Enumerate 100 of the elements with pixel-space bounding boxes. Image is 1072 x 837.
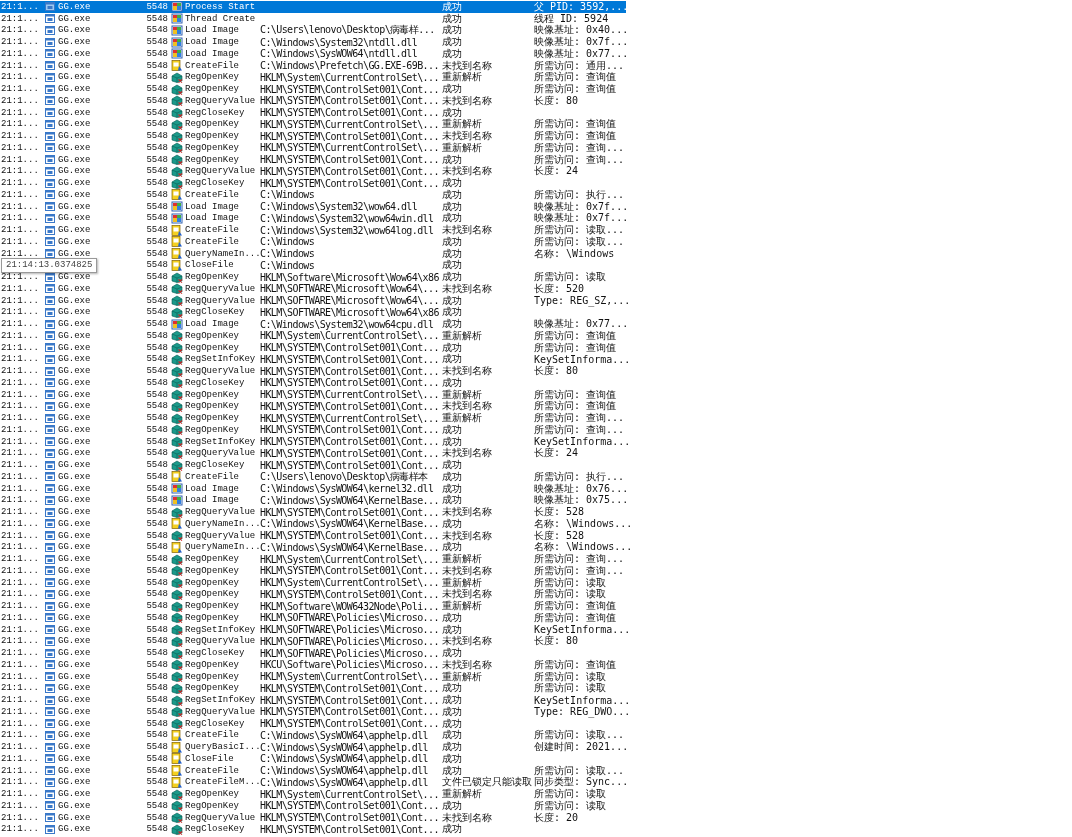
event-row[interactable]: 21:1... GG.exe 5548 RegOpenKey HKLM\System\CurrentControlSet\... 重新解析 所需访问: 查询值: [0, 71, 626, 84]
result-cell-text: 成功: [442, 682, 462, 694]
event-row[interactable]: 21:1... GG.exe 5548 RegOpenKey HKLM\SYSTEM\ControlSet001\Cont... 成功 所需访问: 读取: [0, 800, 626, 812]
event-row[interactable]: 21:1... GG.exe 5548 RegOpenKey HKLM\SYSTEM\CurrentControlSet\... 重新解析 所需访问: 查询值: [0, 388, 626, 401]
pid-cell: 5548: [146, 330, 168, 341]
event-row[interactable]: 21:1... GG.exe 5548 RegOpenKey HKLM\SYSTEM\ControlSet001\Cont... 成功 所需访问: 读取: [0, 682, 626, 695]
event-row[interactable]: 21:1... GG.exe 5548 CreateFile C:\Windows\Prefetch\GG.EXE-69B... 未找到名称 所需访问: 通用...: [0, 59, 626, 72]
event-row[interactable]: 21:1... GG.exe 5548 RegQueryValue HKLM\SOFTWARE\Microsoft\Wow64\... 未找到名称 长度: 520: [0, 283, 626, 295]
event-row[interactable]: 21:1... GG.exe 5548 RegOpenKey HKLM\SYSTEM\ControlSet001\Cont... 未找到名称 所需访问: 查询...: [0, 565, 626, 577]
event-row[interactable]: 21:1... GG.exe 5548 RegOpenKey HKLM\Software\Microsoft\Wow64\x86 成功 所需访问: 读取: [0, 271, 626, 283]
registry-cube-icon: [171, 694, 183, 706]
time-cell: 21:1...: [1, 659, 39, 670]
time-cell: 21:1...: [1, 84, 39, 95]
time-cell: 21:1...: [1, 107, 39, 118]
process-name-cell: GG.exe: [58, 225, 91, 236]
event-row[interactable]: 21:1... GG.exe 5548 RegOpenKey HKCU\Software\Policies\Microso... 未找到名称 所需访问: 查询值: [0, 659, 626, 671]
event-row[interactable]: 21:1... GG.exe 5548 RegCloseKey HKLM\SOFTWARE\Policies\Microso... 成功: [0, 647, 626, 659]
event-row[interactable]: 21:1... GG.exe 5548 RegOpenKey HKLM\SYSTEM\ControlSet001\Cont... 未找到名称 所需访问: 查询值: [0, 400, 626, 413]
operation-cell: RegQueryValue: [185, 366, 256, 377]
event-row[interactable]: 21:1... GG.exe 5548 RegOpenKey HKLM\SYSTEM\ControlSet001\Cont... 成功 所需访问: 查询值: [0, 83, 626, 95]
event-row[interactable]: 21:1... GG.exe 5548 RegCloseKey HKLM\SYSTEM\ControlSet001\Cont... 成功: [0, 823, 626, 836]
event-row[interactable]: 21:1... GG.exe 5548 Load Image C:\Windows\SysWOW64\kernel32.dll 成功 映像基址: 0x76...: [0, 482, 626, 495]
event-row[interactable]: 21:1... GG.exe 5548 CreateFile C:\Windows 成功 所需访问: 读取...: [0, 236, 626, 248]
window-icon: [45, 131, 55, 141]
event-row[interactable]: 21:1... GG.exe 5548 RegOpenKey HKLM\SYSTEM\CurrentControlSet\... 重新解析 所需访问: 查询值: [0, 118, 626, 131]
window-icon: [45, 484, 55, 494]
event-row[interactable]: 21:1... GG.exe 5548 RegOpenKey HKLM\SYSTEM\CurrentControlSet\... 重新解析 所需访问: 查询...: [0, 412, 626, 424]
operation-cell: CreateFile: [185, 471, 239, 482]
event-row[interactable]: 21:1... GG.exe 5548 RegOpenKey HKLM\System\CurrentControlSet\... 重新解析 所需访问: 读取: [0, 670, 626, 683]
event-row[interactable]: 21:1... GG.exe 5548 RegQueryValue HKLM\SOFTWARE\Policies\Microso... 未找到名称 长度: 80: [0, 635, 626, 648]
event-row[interactable]: 21:1... GG.exe 5548 CreateFile C:\Windows\System32\wow64log.dll 未找到名称 所需访问: 读取...: [0, 224, 626, 236]
event-row[interactable]: 21:1... GG.exe 5548 RegCloseKey HKLM\SYSTEM\ControlSet001\Cont... 成功: [0, 177, 626, 189]
event-row[interactable]: 21:1... GG.exe 5548 CreateFile C:\Windows 成功 所需访问: 执行...: [0, 189, 626, 201]
event-row[interactable]: 21:1... GG.exe 5548 Load Image C:\Windows\System32\ntdll.dll 成功 映像基址: 0x7f...: [0, 36, 626, 48]
registry-cube-icon: [171, 459, 183, 471]
event-row[interactable]: 21:1... GG.exe 5548 RegOpenKey HKLM\SYSTEM\ControlSet001\Cont... 未找到名称 所需访问: 读取: [0, 588, 626, 601]
event-row[interactable]: 21:1... GG.exe 5548 Load Image C:\Windows\SysWOW64\ntdll.dll 成功 映像基址: 0x77...: [0, 48, 626, 60]
operation-cell: RegOpenKey: [185, 577, 239, 588]
time-cell: 21:1...: [1, 648, 39, 659]
path-cell: C:\Windows\SysWOW64\apphelp.dll: [260, 765, 429, 777]
pid-cell: 5548: [146, 530, 168, 541]
event-row[interactable]: 21:1... GG.exe 5548 RegOpenKey HKLM\System\CurrentControlSet\... 重新解析 所需访问: 查询值: [0, 330, 626, 342]
event-row[interactable]: 21:1... GG.exe 5548 Load Image C:\Windows\SysWOW64\KernelBase... 成功 映像基址: 0x75...: [0, 494, 626, 507]
process-name-cell: GG.exe: [58, 765, 91, 776]
event-row[interactable]: 21:14:13.0374825 5548 CloseFile C:\Windows 成功: [0, 259, 626, 272]
event-row[interactable]: 21:1... GG.exe 5548 RegQueryValue HKLM\SYSTEM\ControlSet001\Cont... 未找到名称 长度: 80: [0, 95, 626, 107]
operation-cell: RegOpenKey: [185, 131, 239, 142]
event-row[interactable]: 21:1... GG.exe 5548 RegCloseKey HKLM\SYSTEM\ControlSet001\Cont... 成功: [0, 106, 626, 119]
event-row[interactable]: 21:1... GG.exe 5548 RegQueryValue HKLM\SYSTEM\ControlSet001\Cont... 未找到名称 长度: 528: [0, 529, 626, 542]
operation-cell: RegOpenKey: [185, 342, 239, 353]
detail-cell-text: 线程 ID: 5924: [534, 12, 609, 24]
process-name-cell: GG.exe: [58, 577, 91, 588]
event-row[interactable]: 21:1... GG.exe 5548 RegCloseKey HKLM\SYSTEM\ControlSet001\Cont... 成功: [0, 459, 626, 471]
detail-cell-text: 映像基址: 0x7f...: [534, 35, 629, 48]
event-row[interactable]: 21:1... GG.exe 5548 RegQueryValue HKLM\SYSTEM\ControlSet001\Cont... 未找到名称 长度: 24: [0, 447, 626, 460]
result-cell-text: 成功: [442, 82, 462, 96]
event-row[interactable]: 21:1... GG.exe 5548 RegQueryValue HKLM\SYSTEM\ControlSet001\Cont... 未找到名称 长度: 528: [0, 506, 626, 518]
event-row[interactable]: 21:1... GG.exe 5548 RegCloseKey HKLM\SYSTEM\ControlSet001\Cont... 成功: [0, 377, 626, 389]
process-name-cell: GG.exe: [58, 377, 91, 388]
event-row[interactable]: 21:1... GG.exe 5548 RegOpenKey HKLM\SYSTEM\ControlSet001\Cont... 成功 所需访问: 查询...: [0, 424, 626, 436]
event-row[interactable]: 21:1... GG.exe 5548 RegOpenKey HKLM\Software\WOW6432Node\Poli... 重新解析 所需访问: 查询值: [0, 600, 626, 612]
window-icon: [45, 730, 55, 740]
result-cell-text: 成功: [442, 23, 462, 36]
window-icon: [45, 672, 55, 682]
time-cell: 21:1...: [1, 319, 39, 330]
event-row[interactable]: 21:1... GG.exe 5548 RegOpenKey HKLM\System\CurrentControlSet\... 重新解析 所需访问: 查询...: [0, 553, 626, 565]
path-cell: HKLM\SYSTEM\ControlSet001\Cont...: [260, 365, 439, 377]
event-row[interactable]: 21:1... GG.exe 5548 CreateFile C:\Windows\SysWOW64\apphelp.dll 成功 所需访问: 读取...: [0, 729, 626, 742]
result-cell-text: 成功: [442, 469, 462, 483]
event-row[interactable]: 21:1... GG.exe 5548 RegOpenKey HKLM\SYSTEM\CurrentControlSet\... 重新解析 所需访问: 查询...: [0, 142, 626, 154]
event-row[interactable]: 21:1... GG.exe 5548 RegQueryValue HKLM\SYSTEM\ControlSet001\Cont... 未找到名称 长度: 20: [0, 811, 626, 824]
event-row[interactable]: 21:1... GG.exe 5548 CreateFile C:\Users\lenovo\Desktop\病毒样本 成功 所需访问: 执行...: [0, 471, 626, 483]
event-row[interactable]: 21:1... GG.exe 5548 Process Start 成功 父 PID: 3592,...: [0, 1, 626, 13]
event-row[interactable]: 21:1... GG.exe 5548 RegOpenKey HKLM\SYSTEM\ControlSet001\Cont... 成功 所需访问: 查询值: [0, 341, 626, 354]
event-row[interactable]: 21:1... GG.exe 5548 RegOpenKey HKLM\SOFTWARE\Policies\Microso... 成功 所需访问: 查询值: [0, 612, 626, 624]
event-row[interactable]: 21:1... GG.exe 5548 Load Image C:\Windows\System32\wow64.dll 成功 映像基址: 0x7f...: [0, 200, 626, 213]
event-row[interactable]: 21:1... GG.exe 5548 RegOpenKey HKLM\SYSTEM\ControlSet001\Cont... 成功 所需访问: 查询...: [0, 153, 626, 166]
time-cell: 21:1...: [1, 577, 39, 588]
event-row[interactable]: 21:1... GG.exe 5548 RegOpenKey HKLM\SYSTEM\ControlSet001\Cont... 未找到名称 所需访问: 查询值: [0, 130, 626, 142]
pid-cell: 5548: [146, 730, 168, 741]
event-row[interactable]: 21:1... GG.exe 5548 CreateFile C:\Windows\SysWOW64\apphelp.dll 成功 所需访问: 读取...: [0, 764, 626, 777]
event-row[interactable]: 21:1... GG.exe 5548 Load Image C:\Users\lenovo\Desktop\病毒样... 成功 映像基址: 0x40...: [0, 24, 626, 37]
time-cell: 21:1...: [1, 789, 39, 800]
event-row[interactable]: 21:1... GG.exe 5548 RegQueryValue HKLM\SYSTEM\ControlSet001\Cont... 未找到名称 长度: 24: [0, 165, 626, 178]
event-row[interactable]: 21:1... GG.exe 5548 Thread Create 成功 线程 ID: 5924: [0, 12, 626, 25]
event-row[interactable]: 21:1... GG.exe 5548 Load Image C:\Windows\System32\wow64cpu.dll 成功 映像基址: 0x77...: [0, 318, 626, 330]
event-row[interactable]: 21:1... GG.exe 5548 RegQueryValue HKLM\SYSTEM\ControlSet001\Cont... 未找到名称 长度: 80: [0, 365, 626, 377]
path-cell: C:\Windows\SysWOW64\apphelp.dll: [260, 753, 429, 765]
result-cell-text: 成功: [442, 493, 462, 507]
event-row[interactable]: 21:1... GG.exe 5548 RegOpenKey HKLM\System\CurrentControlSet\... 重新解析 所需访问: 读取: [0, 788, 626, 800]
event-row[interactable]: 21:1... GG.exe 5548 RegOpenKey HKLM\System\CurrentControlSet\... 重新解析 所需访问: 读取: [0, 576, 626, 589]
event-row[interactable]: 21:1... GG.exe 5548 CreateFileM...C:\Windows\SysWOW64\apphelp.dll 文件已锁定只能读取 同步类型: Sync...: [0, 776, 626, 789]
event-row[interactable]: 21:1... GG.exe 5548 RegCloseKey HKLM\SYSTEM\ControlSet001\Cont... 成功: [0, 717, 626, 730]
event-row[interactable]: 21:1... GG.exe 5548 RegCloseKey HKLM\SOFTWARE\Microsoft\Wow64\x86 成功: [0, 306, 626, 319]
registry-cube-icon: [171, 530, 183, 542]
time-cell: 21:1...: [1, 718, 39, 729]
event-row[interactable]: 21:1... GG.exe 5548 QueryBasicI...C:\Windows\SysWOW64\apphelp.dll 成功 创建时间: 2021...: [0, 741, 626, 753]
pid-cell: 5548: [146, 777, 168, 788]
event-row[interactable]: 21:1... GG.exe 5548 CloseFile C:\Windows\SysWOW64\apphelp.dll 成功: [0, 753, 626, 765]
event-row[interactable]: 21:1... GG.exe 5548 Load Image C:\Windows\System32\wow64win.dll 成功 映像基址: 0x7f...: [0, 212, 626, 225]
